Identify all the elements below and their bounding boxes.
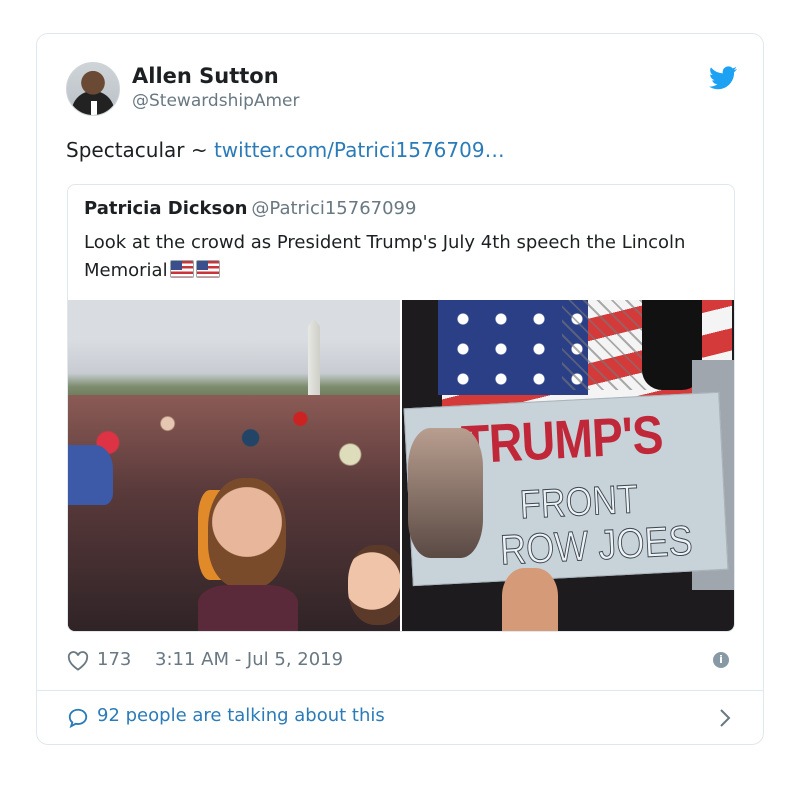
sign-line-3: ROW JOES [498,516,694,574]
crowd-photo[interactable] [68,300,400,631]
twitter-bird-icon[interactable] [709,66,737,90]
chat-bubble-icon [68,708,88,729]
washington-monument [308,320,320,398]
tweet-timestamp[interactable]: 3:11 AM - Jul 5, 2019 [155,649,343,670]
sign-line-1: TRUMP'S [460,404,664,476]
person [208,478,286,588]
author-handle[interactable]: @StewardshipAmer [132,91,300,111]
tweet-body: Spectacular ~ [66,138,214,162]
heart-icon[interactable] [67,651,89,671]
person [198,585,298,631]
person [348,545,400,625]
like-count[interactable]: 173 [97,649,131,670]
photo-cutout [408,428,483,558]
quoted-author-handle[interactable]: @Patrici15767099 [251,198,416,219]
quoted-text: Look at the crowd as President Trump's J… [84,229,724,285]
talking-text[interactable]: 92 people are talking about this [97,705,385,726]
chevron-right-icon[interactable] [719,708,731,728]
tweet-header: Allen Sutton @StewardshipAmer [66,62,737,118]
conversation-link[interactable]: 92 people are talking about this [67,704,737,732]
divider [37,690,763,691]
quoted-author-name[interactable]: Patricia Dickson [84,198,247,219]
sign-photo[interactable]: TRUMP'S FRONT ROW JOES [402,300,734,631]
us-flag-icon [195,260,220,278]
person [68,445,113,505]
info-icon[interactable]: i [713,652,729,668]
quoted-header: Patricia Dickson @Patrici15767099 [84,198,416,219]
photo-grid: TRUMP'S FRONT ROW JOES [68,300,734,631]
tweet-text: Spectacular ~ twitter.com/Patrici1576709… [66,138,505,162]
quoted-tweet[interactable]: Patricia Dickson @Patrici15767099 Look at… [67,184,735,632]
tweet-card: Allen Sutton @StewardshipAmer Spectacula… [36,33,764,745]
author-avatar[interactable] [66,62,120,116]
hand [502,568,558,631]
tweet-footer: 173 3:11 AM - Jul 5, 2019 i [67,648,735,676]
tweet-link[interactable]: twitter.com/Patrici1576709… [214,138,505,162]
author-name[interactable]: Allen Sutton [132,64,279,88]
us-flag-icon [169,260,194,278]
